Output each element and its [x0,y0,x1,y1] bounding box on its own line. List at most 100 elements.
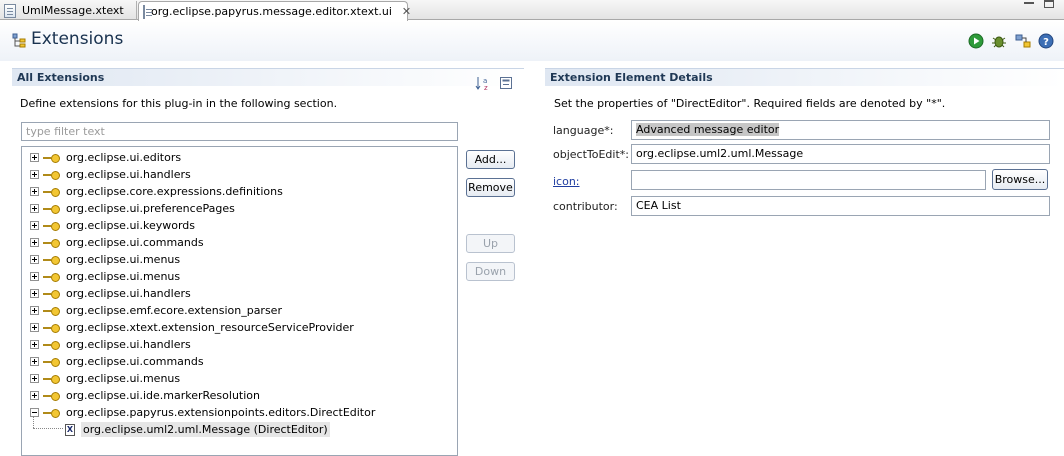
tree-item[interactable]: org.eclipse.ui.handlers [30,285,191,302]
tree-item[interactable]: org.eclipse.ui.editors [30,149,181,166]
extension-point-icon [43,238,61,248]
filter-input[interactable]: type filter text [21,122,458,141]
tree-item-label: org.eclipse.xtext.extension_resourceServ… [66,321,354,334]
tab-umlmessage-xtext[interactable]: UmlMessage.xtext [0,1,137,20]
tree-item[interactable]: org.eclipse.emf.ecore.extension_parser [30,302,282,319]
collapse-all-icon[interactable] [500,77,512,89]
export-icon[interactable] [1015,33,1031,49]
tab-plugin-manifest[interactable]: org.eclipse.papyrus.message.editor.xtext… [138,1,411,21]
extension-point-icon [43,289,61,299]
expand-toggle-icon[interactable] [30,204,39,213]
tree-item[interactable]: org.eclipse.ui.keywords [30,217,195,234]
tree-item-label: org.eclipse.ui.preferencePages [66,202,235,215]
tree-item[interactable]: org.eclipse.xtext.extension_resourceServ… [30,319,354,336]
extensions-tree[interactable]: org.eclipse.ui.editors org.eclipse.ui.han… [21,146,458,456]
down-button[interactable]: Down [466,262,515,281]
tree-item-label: org.eclipse.ui.ide.markerResolution [66,389,260,402]
expand-toggle-icon[interactable] [30,306,39,315]
expand-toggle-icon[interactable] [30,238,39,247]
svg-text:z: z [484,84,488,91]
expand-toggle-icon[interactable] [30,391,39,400]
expand-toggle-icon[interactable] [30,357,39,366]
contributor-label: contributor: [553,200,618,213]
tree-guide-line [33,416,34,428]
tree-item-label: org.eclipse.ui.keywords [66,219,195,232]
expand-toggle-icon[interactable] [30,221,39,230]
contributor-field[interactable]: CEA List [631,196,1050,216]
tree-item[interactable]: org.eclipse.ui.menus [30,370,180,387]
remove-button[interactable]: Remove [466,178,515,197]
extension-point-icon [43,153,61,163]
expand-toggle-icon[interactable] [30,340,39,349]
tree-item-label: org.eclipse.ui.menus [66,270,181,283]
extension-point-icon [43,374,61,384]
icon-link[interactable]: icon: [553,175,580,188]
language-field[interactable]: Advanced message editor [631,120,1050,140]
tree-item-label: org.eclipse.ui.handlers [66,338,191,351]
language-value: Advanced message editor [636,123,780,136]
tree-child-label: org.eclipse.uml2.uml.Message (DirectEdit… [81,422,330,437]
object-to-edit-label: objectToEdit*: [553,148,629,161]
minimize-icon[interactable] [1024,2,1034,4]
extension-point-icon [43,221,61,231]
help-icon[interactable]: ? [1038,33,1054,49]
file-icon [4,3,16,18]
element-icon: X [65,423,75,436]
svg-text:?: ? [1043,37,1049,48]
tree-item-label: org.eclipse.papyrus.extensionpoints.edit… [66,406,376,419]
details-description: Set the properties of "DirectEditor". Re… [554,97,946,110]
tree-item[interactable]: org.eclipse.core.expressions.definitions [30,183,283,200]
extensions-icon [12,33,26,48]
object-to-edit-field[interactable]: org.eclipse.uml2.uml.Message [631,144,1050,164]
tree-item-label: org.eclipse.ui.commands [66,355,204,368]
extension-point-icon [43,170,61,180]
expand-toggle-icon[interactable] [30,255,39,264]
debug-icon[interactable] [991,33,1007,49]
tree-item[interactable]: org.eclipse.ui.menus [30,268,180,285]
expand-toggle-icon[interactable] [30,289,39,298]
extension-point-icon [43,408,61,418]
editor-tab-bar: UmlMessage.xtext org.eclipse.papyrus.mes… [0,0,1064,21]
expand-toggle-icon[interactable] [30,153,39,162]
extension-point-icon [43,340,61,350]
extension-point-icon [43,272,61,282]
tree-item-label: org.eclipse.emf.ecore.extension_parser [66,304,282,317]
tree-child-item[interactable]: Xorg.eclipse.uml2.uml.Message (DirectEdi… [65,421,330,438]
expand-toggle-icon[interactable] [30,170,39,179]
add-button[interactable]: Add... [466,150,515,169]
expand-toggle-icon[interactable] [30,187,39,196]
up-button[interactable]: Up [466,234,515,253]
tree-item-label: org.eclipse.ui.handlers [66,287,191,300]
tab-label: UmlMessage.xtext [22,4,124,17]
icon-field[interactable] [631,170,986,190]
section-description: Define extensions for this plug-in in th… [20,97,338,110]
browse-button[interactable]: Browse... [992,169,1048,190]
tree-item[interactable]: org.eclipse.ui.preferencePages [30,200,235,217]
maximize-icon[interactable] [1044,0,1054,8]
extension-point-icon [43,306,61,316]
extension-point-icon [43,204,61,214]
extension-point-icon [43,357,61,367]
tree-item[interactable]: org.eclipse.ui.commands [30,234,204,251]
expand-toggle-icon[interactable] [30,323,39,332]
close-tab-icon[interactable]: ✕ [402,5,411,18]
tree-item[interactable]: org.eclipse.ui.menus [30,251,180,268]
extension-point-icon [43,187,61,197]
expand-toggle-icon[interactable] [30,272,39,281]
tree-guide-line [33,428,63,429]
sort-alphabetical-icon[interactable]: a z [475,75,491,91]
tree-item[interactable]: org.eclipse.ui.handlers [30,166,191,183]
tree-item[interactable]: org.eclipse.ui.commands [30,353,204,370]
tree-item[interactable]: org.eclipse.papyrus.extensionpoints.edit… [30,404,375,421]
tab-label: org.eclipse.papyrus.message.editor.xtext… [151,5,392,18]
expand-toggle-icon[interactable] [30,374,39,383]
extension-point-icon [43,323,61,333]
collapse-toggle-icon[interactable] [30,408,39,417]
tree-item[interactable]: org.eclipse.ui.ide.markerResolution [30,387,260,404]
extension-point-icon [43,391,61,401]
tree-item-label: org.eclipse.core.expressions.definitions [66,185,283,198]
plugin-file-icon [143,4,152,19]
tree-item[interactable]: org.eclipse.ui.handlers [30,336,191,353]
tree-item-label: org.eclipse.ui.handlers [66,168,191,181]
run-icon[interactable] [968,33,984,49]
